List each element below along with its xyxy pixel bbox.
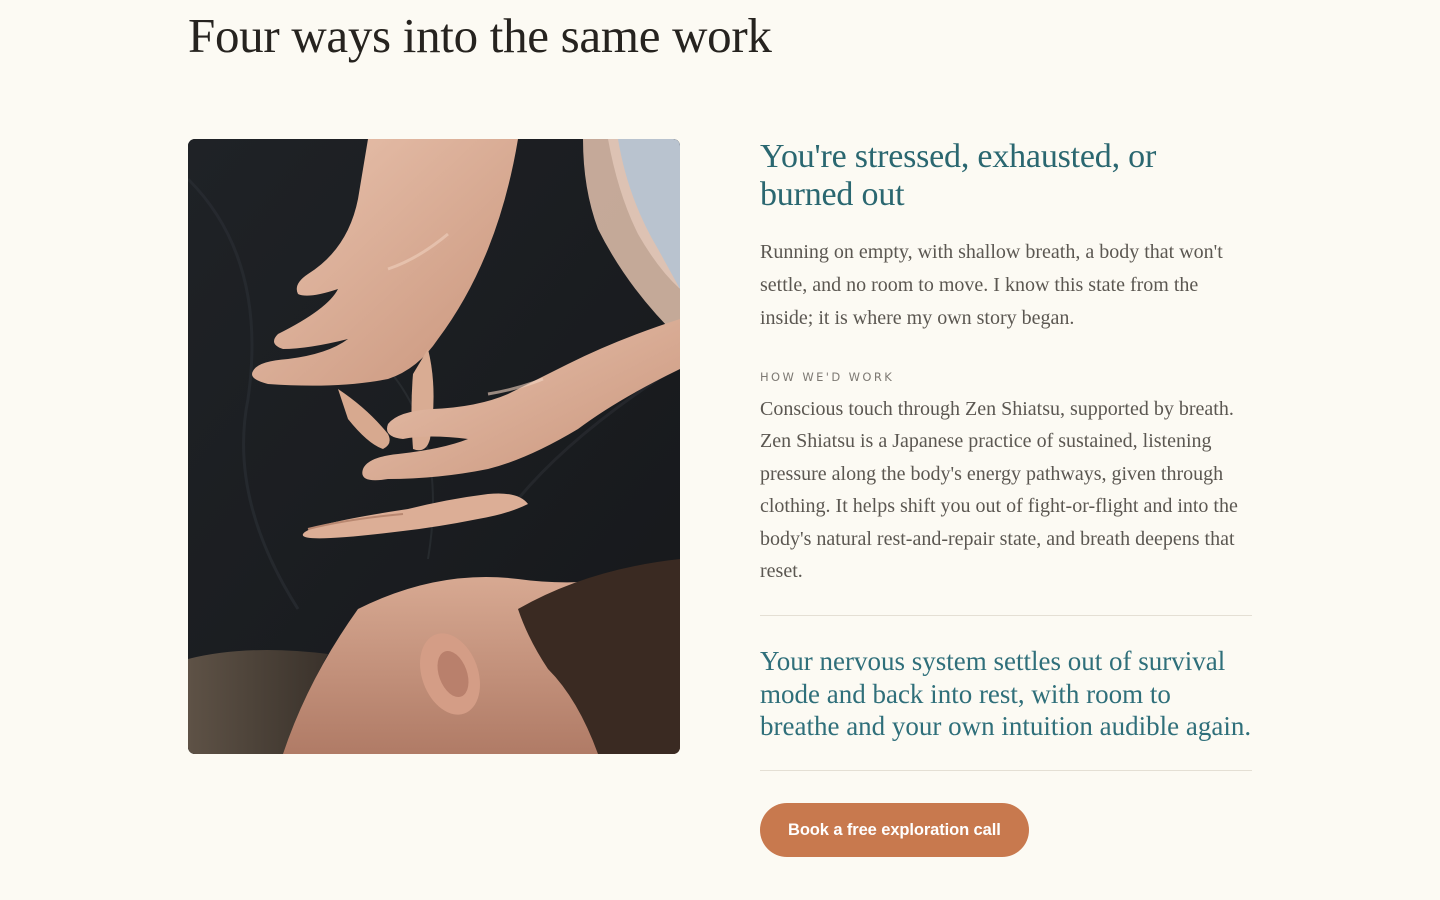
approach-label: HOW WE'D WORK [760, 370, 895, 384]
approach-text: Conscious touch through Zen Shiatsu, sup… [760, 398, 1238, 583]
book-call-button[interactable]: Book a free exploration call [760, 802, 1029, 857]
case-content: You're stressed, exhausted, or burned ou… [760, 138, 1252, 857]
massage-photo-illustration [188, 139, 680, 754]
case-heading: You're stressed, exhausted, or burned ou… [760, 138, 1157, 213]
section-title: Four ways into the same work [188, 8, 772, 63]
divider [760, 615, 1252, 617]
case-description: Running on empty, with shallow breath, a… [760, 241, 1223, 329]
massage-photo [188, 139, 680, 754]
divider [760, 769, 1252, 771]
outcome-text: Your nervous system settles out of survi… [760, 646, 1252, 742]
